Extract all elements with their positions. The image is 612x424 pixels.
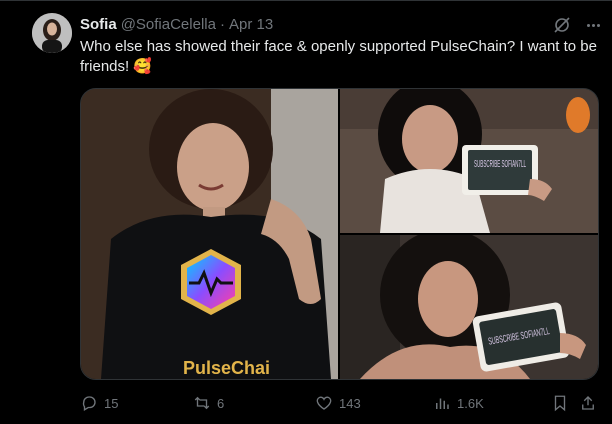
photo-1[interactable]: PulseChai: [81, 89, 338, 379]
tweet-card[interactable]: Sofia @SofiaCelella · Apr 13 Who else ha…: [0, 0, 612, 424]
share-icon: [582, 396, 594, 410]
shirt-text: PulseChai: [183, 358, 270, 378]
share-button[interactable]: [579, 393, 597, 413]
bookmark-button[interactable]: [551, 393, 569, 413]
more-icon[interactable]: [583, 15, 603, 35]
author-name[interactable]: Sofia: [80, 16, 117, 33]
tweet-header: Sofia @SofiaCelella · Apr 13: [80, 15, 273, 33]
repost-icon: [194, 396, 210, 410]
bookmark-icon: [554, 395, 566, 412]
media-grid: PulseChai SUBSCRIBE SOFIAN7LL SUBSCRIBE …: [80, 88, 599, 380]
repost-button[interactable]: 6: [193, 393, 224, 413]
like-count: 143: [339, 395, 361, 411]
reply-icon: [82, 396, 96, 411]
grok-icon[interactable]: [552, 15, 572, 35]
views-button[interactable]: 1.6K: [433, 393, 484, 413]
repost-count: 6: [217, 395, 225, 411]
photo-3[interactable]: SUBSCRIBE SOFIAN7LL: [340, 235, 598, 379]
sign-text: SUBSCRIBE SOFIAN7LL: [474, 159, 526, 170]
avatar[interactable]: [32, 13, 72, 53]
reply-count: 15: [104, 395, 119, 411]
tweet-date[interactable]: Apr 13: [229, 16, 273, 33]
like-button[interactable]: 143: [315, 393, 361, 413]
photo-2[interactable]: SUBSCRIBE SOFIAN7LL: [340, 89, 598, 233]
engagement-bar: 15 6 143 1.6K: [80, 393, 599, 413]
reply-button[interactable]: 15: [80, 393, 118, 413]
views-count: 1.6K: [457, 395, 484, 411]
tweet-text: Who else has showed their face & openly …: [80, 38, 597, 75]
heart-icon: [316, 396, 332, 410]
views-icon: [436, 398, 449, 409]
author-handle[interactable]: @SofiaCelella: [121, 16, 216, 33]
separator: ·: [219, 15, 225, 33]
